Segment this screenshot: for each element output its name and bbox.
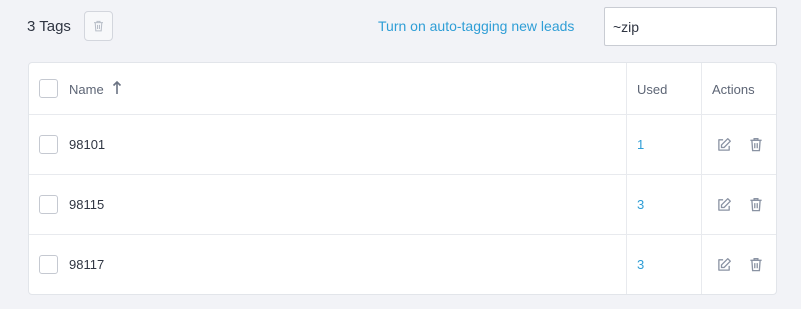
column-divider — [626, 63, 627, 294]
trash-icon — [750, 197, 762, 211]
edit-icon — [717, 257, 731, 271]
column-header-used: Used — [637, 82, 668, 97]
tags-table: Name Used Actions 98101 1 98115 3 98117 … — [28, 62, 777, 295]
row-checkbox[interactable] — [39, 255, 58, 274]
delete-tag-button[interactable] — [747, 195, 765, 213]
row-checkbox[interactable] — [39, 195, 58, 214]
edit-tag-button[interactable] — [715, 195, 733, 213]
tag-used-count[interactable]: 3 — [637, 197, 644, 212]
search-input[interactable] — [604, 7, 777, 46]
row-checkbox[interactable] — [39, 135, 58, 154]
edit-icon — [717, 137, 731, 151]
tag-used-count[interactable]: 1 — [637, 137, 644, 152]
edit-tag-button[interactable] — [715, 135, 733, 153]
edit-tag-button[interactable] — [715, 255, 733, 273]
arrow-up-icon[interactable] — [112, 80, 122, 95]
select-all-checkbox[interactable] — [39, 79, 58, 98]
trash-icon — [94, 20, 103, 32]
tag-used-count[interactable]: 3 — [637, 257, 644, 272]
column-header-actions: Actions — [712, 82, 755, 97]
trash-icon — [750, 257, 762, 271]
tag-name: 98115 — [69, 197, 105, 212]
table-row: 98117 3 — [29, 235, 776, 294]
bulk-delete-button[interactable] — [84, 11, 113, 41]
trash-icon — [750, 137, 762, 151]
table-row: 98101 1 — [29, 115, 776, 175]
tag-name: 98101 — [69, 137, 106, 152]
autotag-link[interactable]: Turn on auto-tagging new leads — [378, 18, 574, 34]
delete-tag-button[interactable] — [747, 135, 765, 153]
edit-icon — [717, 197, 731, 211]
column-divider — [701, 63, 702, 294]
delete-tag-button[interactable] — [747, 255, 765, 273]
table-header: Name Used Actions — [29, 63, 776, 115]
table-row: 98115 3 — [29, 175, 776, 235]
toolbar: 3 Tags Turn on auto-tagging new leads — [0, 0, 801, 58]
column-header-name[interactable]: Name — [69, 82, 104, 97]
tag-count: 3 Tags — [27, 18, 71, 35]
tag-name: 98117 — [69, 257, 105, 272]
